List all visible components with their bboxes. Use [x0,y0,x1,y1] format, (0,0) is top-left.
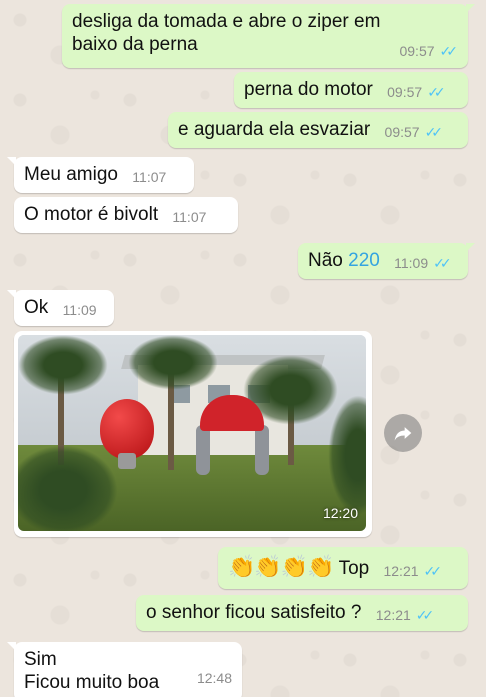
message-outgoing[interactable]: perna do motor 09:57 ✓✓ [234,72,468,108]
message-outgoing[interactable]: desliga da tomada e abre o ziper em baix… [62,4,475,68]
message-time: 11:09 [62,302,97,318]
photo-tent-leg [255,425,269,475]
message-incoming[interactable]: Meu amigo 11:07 [7,157,194,193]
photo-red-balloon [100,399,154,459]
photo-palm-fronds [128,335,218,390]
photo[interactable]: 12:20 [18,335,366,531]
message-time: 11:09 [394,255,429,271]
message-time: 12:21 [375,607,411,623]
message-outgoing[interactable]: o senhor ficou satisfeito ? 12:21 ✓✓ [136,595,468,631]
clap-emoji: 👏 [307,554,335,579]
message-meta: 11:07 [172,206,206,229]
message-time: 09:57 [387,84,423,100]
message-outgoing[interactable]: Não 220 11:09 ✓✓ [298,243,475,279]
message-meta: 09:57 ✓✓ [399,40,458,63]
clap-emoji: 👏 [228,554,256,579]
double-check-icon: ✓✓ [439,43,459,59]
share-button[interactable] [384,414,422,452]
message-meta: 12:48 [197,667,232,690]
message-time: 12:21 [383,563,419,579]
double-check-icon: ✓✓ [415,607,435,623]
message-meta: 12:21 ✓✓ [383,560,442,583]
photo-balloon-base [118,453,136,469]
clap-emoji: 👏 [254,554,282,579]
message-text: e aguarda ela esvaziar [178,119,371,140]
message-text: Meu amigo [24,164,118,185]
double-check-icon: ✓✓ [427,84,446,100]
message-incoming[interactable]: O motor é bivolt 11:07 [14,197,238,233]
message-incoming[interactable]: Ok 11:09 [7,290,114,326]
message-meta: 12:21 ✓✓ [376,604,435,627]
message-time: 09:57 [384,124,420,140]
double-check-icon: ✓✓ [433,255,452,271]
photo-palm-fronds [18,335,108,395]
message-text: perna do motor [244,79,373,100]
message-incoming[interactable]: Sim Ficou muito boa 12:48 [7,642,242,697]
message-text: Top [338,558,370,579]
clap-emoji: 👏 [280,554,309,579]
message-outgoing[interactable]: 👏👏👏👏 Top 12:21 ✓✓ [218,547,468,589]
message-text: O motor é bivolt [24,204,159,225]
message-time: 11:07 [132,169,167,185]
message-meta: 11:07 [132,166,166,189]
message-text-line: desliga da tomada e abre o ziper em [72,11,381,32]
message-meta: 11:09 ✓✓ [394,252,452,275]
message-time: 12:48 [196,670,232,686]
message-image-incoming[interactable]: 12:20 [14,331,372,537]
message-meta: 11:09 [63,299,97,322]
message-outgoing[interactable]: e aguarda ela esvaziar 09:57 ✓✓ [168,112,468,148]
photo-tent-leg [196,425,210,475]
double-check-icon: ✓✓ [424,124,444,140]
message-text-prefix: Não [308,250,343,271]
message-time: 11:07 [172,209,207,225]
message-time: 09:57 [399,43,435,59]
share-arrow-icon [394,427,412,441]
message-meta: 09:57 ✓✓ [387,81,446,104]
message-time: 12:20 [322,505,358,521]
message-text: Ok [24,297,49,318]
message-text: o senhor ficou satisfeito ? [146,602,362,623]
message-meta: 09:57 ✓✓ [385,121,444,144]
double-check-icon: ✓✓ [423,563,443,579]
phone-number-link[interactable]: 220 [348,250,380,271]
